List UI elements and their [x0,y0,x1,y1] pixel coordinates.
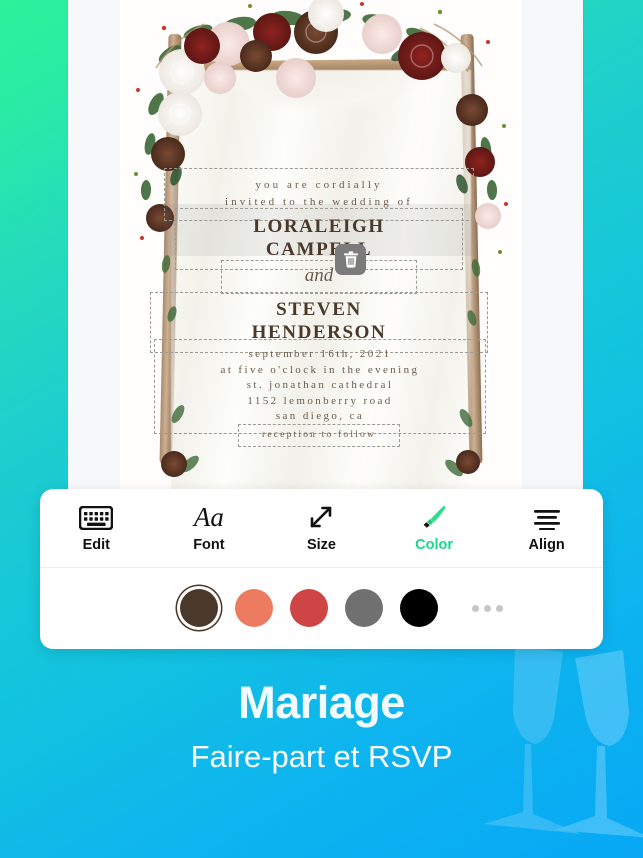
color-swatch-gray[interactable] [345,589,383,627]
arch-beam [175,58,467,74]
font-aa-icon: Aa [193,501,224,532]
color-swatch-red[interactable] [290,589,328,627]
promo-subtitle: Faire-part et RSVP [190,739,453,774]
groom-line-1: STEVEN [276,299,362,320]
color-swatch-row [40,568,603,648]
text-block-details[interactable]: september 16th, 2021 at five o'clock in … [154,339,486,434]
keyboard-icon [79,504,114,530]
delete-text-block-button[interactable] [335,244,366,275]
details-line: st. jonathan cathedral [246,379,394,391]
text-block-reception[interactable]: reception to follow [238,424,400,447]
tab-size-label: Size [306,536,336,553]
intro-line-1: you are cordially [255,179,383,191]
details-line: at five o'clock in the evening [220,363,420,376]
tab-edit[interactable]: Edit [40,489,153,567]
details-line: 1152 lemonberry road [247,394,393,407]
tab-font[interactable]: Aa Font [153,489,266,567]
tab-color[interactable]: Color [378,489,491,567]
bride-line-1: LORALEIGH [253,216,385,237]
tab-font-label: Font [193,536,225,553]
text-tool-panel[interactable]: Edit Aa Font Size Color Align [40,489,603,649]
invitation-card[interactable]: you are cordially invited to the wedding… [120,0,522,494]
tab-size[interactable]: Size [265,489,378,567]
align-center-icon [533,504,561,530]
promo-title: Mariage [238,677,405,728]
editor-canvas[interactable]: you are cordially invited to the wedding… [68,0,583,494]
color-swatch-black[interactable] [400,589,438,627]
color-swatch-dark-brown[interactable] [180,589,218,627]
tab-color-label: Color [415,536,453,553]
conjunction-text: and [304,265,334,286]
text-block-conjunction[interactable]: and [221,260,417,294]
paintbrush-icon [421,504,447,530]
resize-arrow-icon [308,504,334,530]
tool-tab-row: Edit Aa Font Size Color Align [40,489,603,568]
tab-align[interactable]: Align [490,489,603,567]
details-line: september 16th, 2021 [248,348,392,360]
reception-text: reception to follow [261,430,377,440]
trash-icon [343,251,358,268]
color-swatch-salmon[interactable] [235,589,273,627]
tab-edit-label: Edit [82,536,110,553]
details-line: san diego, ca [275,410,365,422]
tab-align-label: Align [528,536,565,553]
more-colors-icon[interactable] [472,604,503,612]
bride-line-2: CAMPELL [265,239,373,260]
promo-text: Mariage Faire-part et RSVP [0,672,643,780]
